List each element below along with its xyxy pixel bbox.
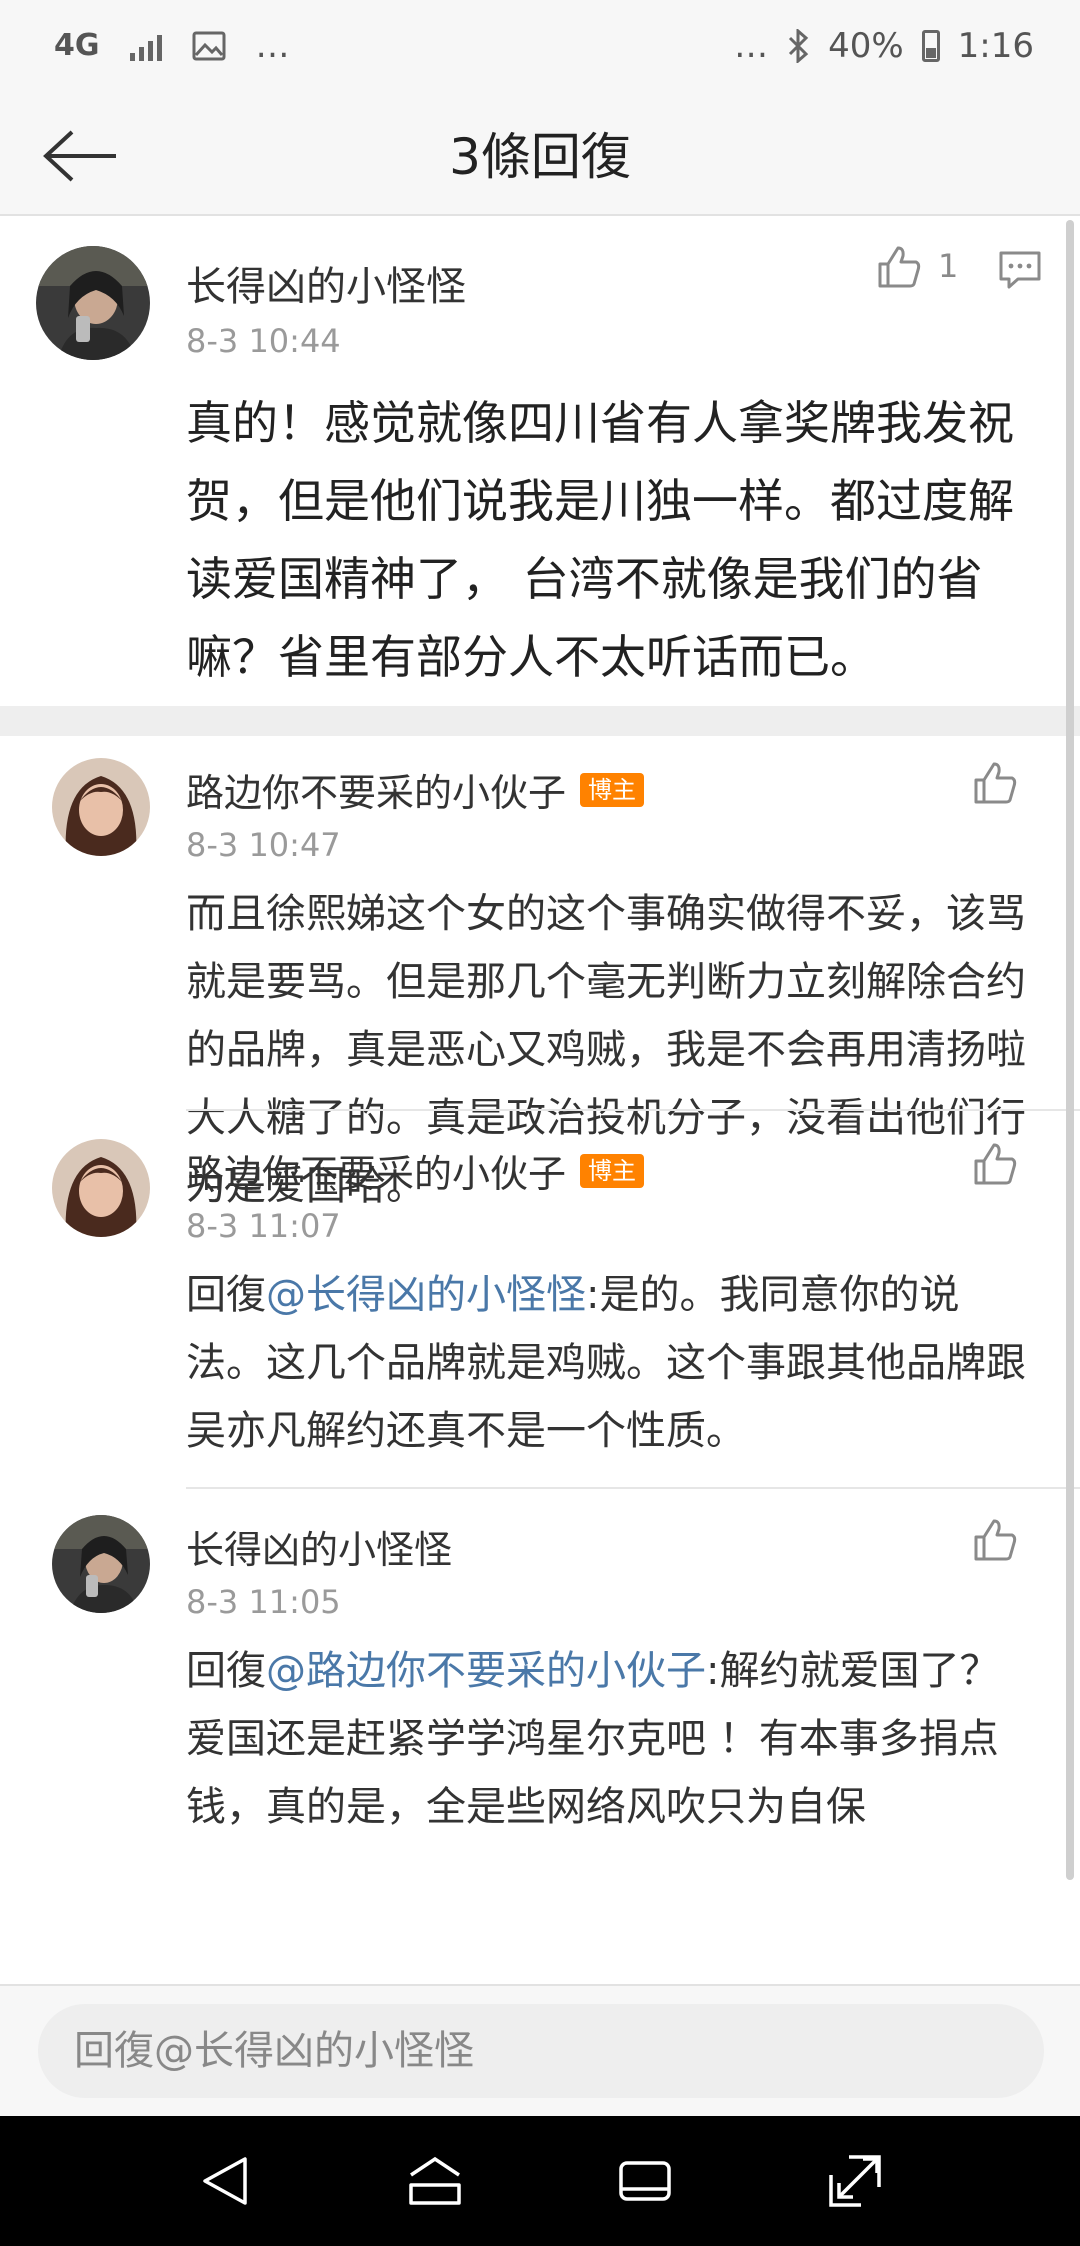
mention-link[interactable]: @长得凶的小怪怪	[266, 1272, 586, 1318]
back-button[interactable]	[40, 116, 120, 196]
nav-back-button[interactable]	[180, 2136, 270, 2226]
like-count: 1	[938, 247, 959, 285]
nav-expand-button[interactable]	[810, 2136, 900, 2226]
battery-icon	[921, 30, 940, 62]
system-nav-bar	[0, 2116, 1080, 2246]
battery-percent: 40%	[828, 26, 904, 66]
recent-apps-icon	[619, 2161, 671, 2201]
reply-item: 路边你不要采的小伙子 博主 8-3 10:47 而且徐熙娣这个女的这个事确实做得…	[0, 736, 1080, 1209]
page-title: 3條回復	[449, 128, 631, 186]
reply-author[interactable]: 长得凶的小怪怪	[186, 1519, 452, 1574]
status-time: 1:16	[957, 26, 1034, 66]
reply-prefix: 回復	[186, 1648, 266, 1694]
avatar[interactable]	[52, 758, 150, 856]
top-bar: 3條回復	[0, 92, 1080, 216]
like-button[interactable]	[972, 1141, 1018, 1189]
comment-icon	[999, 251, 1041, 289]
signal-icon	[129, 31, 162, 61]
nav-recent-button[interactable]	[600, 2136, 690, 2226]
reply-item: 长得凶的小怪怪 8-3 11:05 回復@路边你不要采的小伙子:解约就爱国了？ …	[0, 1489, 1080, 1869]
like-button[interactable]: 1	[876, 244, 958, 288]
reply-author[interactable]: 路边你不要采的小伙子	[186, 762, 566, 817]
like-button[interactable]	[972, 1517, 1018, 1565]
reply-input[interactable]	[38, 2004, 1044, 2098]
nav-home-button[interactable]	[390, 2136, 480, 2226]
blogger-badge: 博主	[580, 1153, 645, 1188]
thumbs-up-icon	[878, 246, 921, 288]
reply-text: 回復@长得凶的小怪怪:是的。我同意你的说法。这几个品牌就是鸡贼。这个事跟其他品牌…	[186, 1261, 1036, 1465]
reply-text: 回復@路边你不要采的小伙子:解约就爱国了？ 爱国还是赶紧学学鸿星尔克吧 ！有本事…	[186, 1637, 1036, 1841]
comment-author[interactable]: 长得凶的小怪怪	[186, 254, 466, 312]
comment-time: 8-3 10:44	[186, 322, 341, 360]
status-right: … 40% 1:16	[734, 26, 1034, 66]
avatar[interactable]	[36, 246, 150, 360]
reply-time: 8-3 11:07	[186, 1207, 341, 1245]
section-divider	[0, 706, 1080, 736]
reply-input-bar	[0, 1984, 1080, 2116]
reply-author-row: 长得凶的小怪怪	[186, 1519, 452, 1574]
network-type: 4G	[54, 28, 100, 63]
reply-time: 8-3 10:47	[186, 826, 341, 864]
thumbs-up-icon	[974, 762, 1017, 804]
bluetooth-icon	[786, 29, 810, 63]
avatar[interactable]	[52, 1515, 150, 1613]
scrollbar[interactable]	[1066, 220, 1074, 1880]
triangle-back-icon	[203, 2157, 247, 2205]
more-status-icon: …	[734, 26, 769, 66]
comment-thread[interactable]: 长得凶的小怪怪 8-3 10:44 1 真的！感觉就像四川省有人拿奖牌我发祝贺，…	[0, 216, 1080, 1984]
image-notification-icon	[192, 31, 226, 61]
reply-prefix: 回復	[186, 1272, 266, 1318]
arrow-left-icon	[43, 130, 116, 182]
mention-link[interactable]: @路边你不要采的小伙子	[266, 1648, 706, 1694]
home-icon	[409, 2156, 461, 2205]
like-button[interactable]	[972, 760, 1018, 808]
reply-author-row: 路边你不要采的小伙子 博主	[186, 1143, 645, 1198]
avatar[interactable]	[52, 1139, 150, 1237]
thumbs-up-icon	[974, 1143, 1017, 1185]
blogger-badge: 博主	[580, 772, 645, 807]
thumbs-up-icon	[974, 1519, 1017, 1561]
main-comment: 长得凶的小怪怪 8-3 10:44 1 真的！感觉就像四川省有人拿奖牌我发祝贺，…	[0, 216, 1080, 706]
status-bar: 4G … … 40% 1:16	[0, 0, 1080, 92]
more-notifications-icon: …	[255, 26, 290, 66]
reply-author[interactable]: 路边你不要采的小伙子	[186, 1143, 566, 1198]
expand-icon	[829, 2155, 881, 2207]
reply-time: 8-3 11:05	[186, 1583, 341, 1621]
reply-author-row: 路边你不要采的小伙子 博主	[186, 762, 645, 817]
reply-item: 路边你不要采的小伙子 博主 8-3 11:07 回復@长得凶的小怪怪:是的。我同…	[0, 1111, 1080, 1489]
comment-text: 真的！感觉就像四川省有人拿奖牌我发祝贺，但是他们说我是川独一样。都过度解读爱国精…	[186, 396, 1014, 684]
reply-button[interactable]	[998, 250, 1042, 294]
status-left: 4G …	[54, 26, 290, 66]
